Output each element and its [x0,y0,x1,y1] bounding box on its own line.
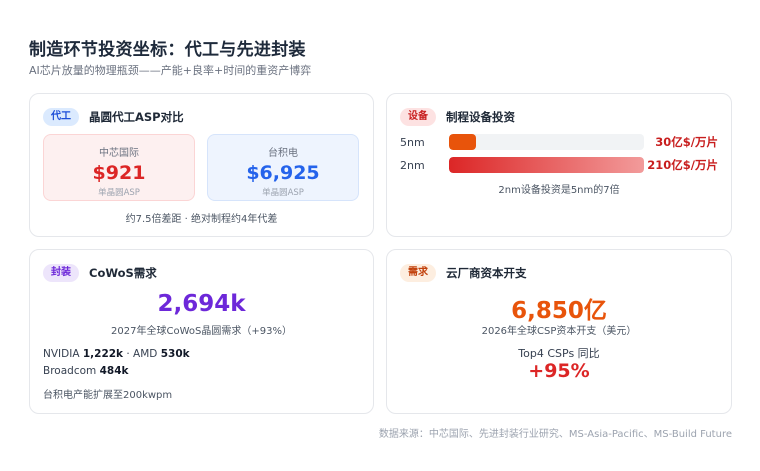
yoy-label: Top4 CSPs 同比 [518,347,600,360]
demand-tag: 需求 [400,264,436,282]
page-title: 制造环节投资坐标：代工与先进封装 [29,40,306,60]
smic-asp-value: $921 [92,162,146,184]
foundry-card: 代工 晶圆代工ASP对比 中芯国际 $921 单晶圆ASP 台积电 $6,925… [29,93,374,237]
page-subtitle: AI芯片放量的物理瓶颈——产能+良率+时间的重资产博弈 [29,64,312,77]
cowos-demand-value: 2,694k [157,291,246,317]
tsmc-asp-unit: 单晶圆ASP [262,188,304,198]
data-source-note: 数据来源：中芯国际、先进封装行业研究、MS-Asia-Pacific、MS-Bu… [378,429,732,440]
demand-card: 需求 云厂商资本开支 6,850亿 2026年全球CSP资本开支（美元） Top… [386,249,732,414]
foundry-note: 约7.5倍差距 · 绝对制程约4年代差 [125,214,278,225]
foundry-card-header: 代工 晶圆代工ASP对比 [43,108,184,126]
demand-title: 云厂商资本开支 [446,266,527,280]
equipment-title: 制程设备投资 [446,110,515,124]
foundry-title: 晶圆代工ASP对比 [89,110,184,124]
foundry-tag: 代工 [43,108,79,126]
packaging-tag: 封装 [43,264,79,282]
smic-name: 中芯国际 [99,148,139,159]
bar-label: 5nm [400,135,425,149]
capex-value: 6,850亿 [511,298,607,324]
equipment-card: 设备 制程设备投资 5nm 30亿$/万片 2nm 210亿$/万片 2nm设备… [386,93,732,237]
capex-caption: 2026年全球CSP资本开支（美元） [481,326,637,337]
bar-fill-2nm [449,157,644,173]
customer-line-1: NVIDIA 1,222k · AMD 530k [43,348,190,360]
customer-line-2: Broadcom 484k [43,365,129,377]
bar-value: 210亿$/万片 [647,158,718,172]
packaging-footnote: 台积电产能扩展至200kwpm [43,390,173,401]
smic-asp-unit: 单晶圆ASP [98,188,140,198]
smic-asp-box: 中芯国际 $921 单晶圆ASP [43,134,195,201]
equipment-tag: 设备 [400,108,436,126]
bar-value: 30亿$/万片 [655,135,718,149]
bar-fill-5nm [449,134,477,150]
tsmc-asp-value: $6,925 [246,162,320,184]
equipment-bar-row-5nm: 5nm 30亿$/万片 [400,134,718,150]
bar-track [449,134,644,150]
equipment-note: 2nm设备投资是5nm的7倍 [498,185,620,196]
bar-label: 2nm [400,158,425,172]
customer-breakdown: NVIDIA 1,222k · AMD 530k Broadcom 484k [43,346,190,380]
yoy-value: +95% [528,360,590,382]
tsmc-asp-box: 台积电 $6,925 单晶圆ASP [207,134,359,201]
equipment-bar-row-2nm: 2nm 210亿$/万片 [400,157,718,173]
packaging-card-header: 封装 CoWoS需求 [43,264,157,282]
packaging-card: 封装 CoWoS需求 2,694k 2027年全球CoWoS晶圆需求（+93%）… [29,249,374,414]
bar-track [449,157,644,173]
tsmc-name: 台积电 [268,148,298,159]
equipment-card-header: 设备 制程设备投资 [400,108,515,126]
packaging-title: CoWoS需求 [89,266,157,280]
cowos-demand-caption: 2027年全球CoWoS晶圆需求（+93%） [111,326,292,337]
demand-card-header: 需求 云厂商资本开支 [400,264,527,282]
